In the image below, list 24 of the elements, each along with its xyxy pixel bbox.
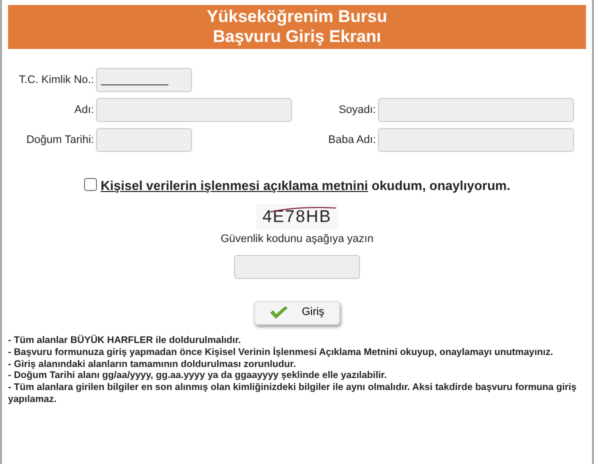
note-text: - Giriş alanındaki alanların tamamının doldurulması zorunludur. (8, 358, 297, 370)
captcha-code: 4E78HB (256, 204, 338, 229)
field-label: Doğum Tarihi: (25, 132, 94, 148)
input-field[interactable] (96, 128, 192, 152)
login-button[interactable]: Giriş (254, 300, 340, 324)
captcha-instruction: Güvenlik kodunu aşağıya yazın (220, 233, 374, 245)
input-field[interactable] (96, 98, 292, 122)
note-text: - Tüm alanlara girilen bilgiler en son alınmış olan kimliğinizdeki bilgiler ile aynı olmalıdır. Aksi takdirde başvuru formuna giriş yapılamaz. (8, 382, 578, 406)
field-label: Adı: (73, 102, 94, 118)
note-text: - Doğum Tarihi alanı gg/aa/yyyy, gg.aa.yyyy ya da ggaayyyy şeklinde elle yazılabilir. (8, 370, 388, 382)
field-label: T.C. Kimlik No.: (18, 72, 94, 88)
note-text: - Başvuru formunuza giriş yapmadan önce Kişisel Verinin İşlenmesi Açıklama Metnini okuyup, onaylamayı unutmayınız. (8, 346, 554, 359)
consent-text: okudum, onaylıyorum. (372, 178, 510, 193)
field-label: Baba Adı: (327, 132, 376, 148)
captcha-field[interactable] (234, 254, 360, 278)
input-field[interactable]: ___________ (96, 68, 192, 92)
field-label: Soyadı: (338, 102, 376, 118)
page-title: Yükseköğrenim Bursu Başvuru Giriş Ekranı (8, 5, 586, 49)
input-field[interactable] (378, 128, 574, 152)
consent-checkbox[interactable] (84, 178, 97, 191)
input-field[interactable] (378, 98, 574, 122)
checkmark-icon (270, 306, 288, 320)
note-text: - Tüm alanlar BÜYÜK HARFLER ile doldurulmalıdır. (8, 335, 242, 347)
consent-link[interactable]: Kişisel verilerin işlenmesi açıklama metnini (100, 178, 368, 193)
